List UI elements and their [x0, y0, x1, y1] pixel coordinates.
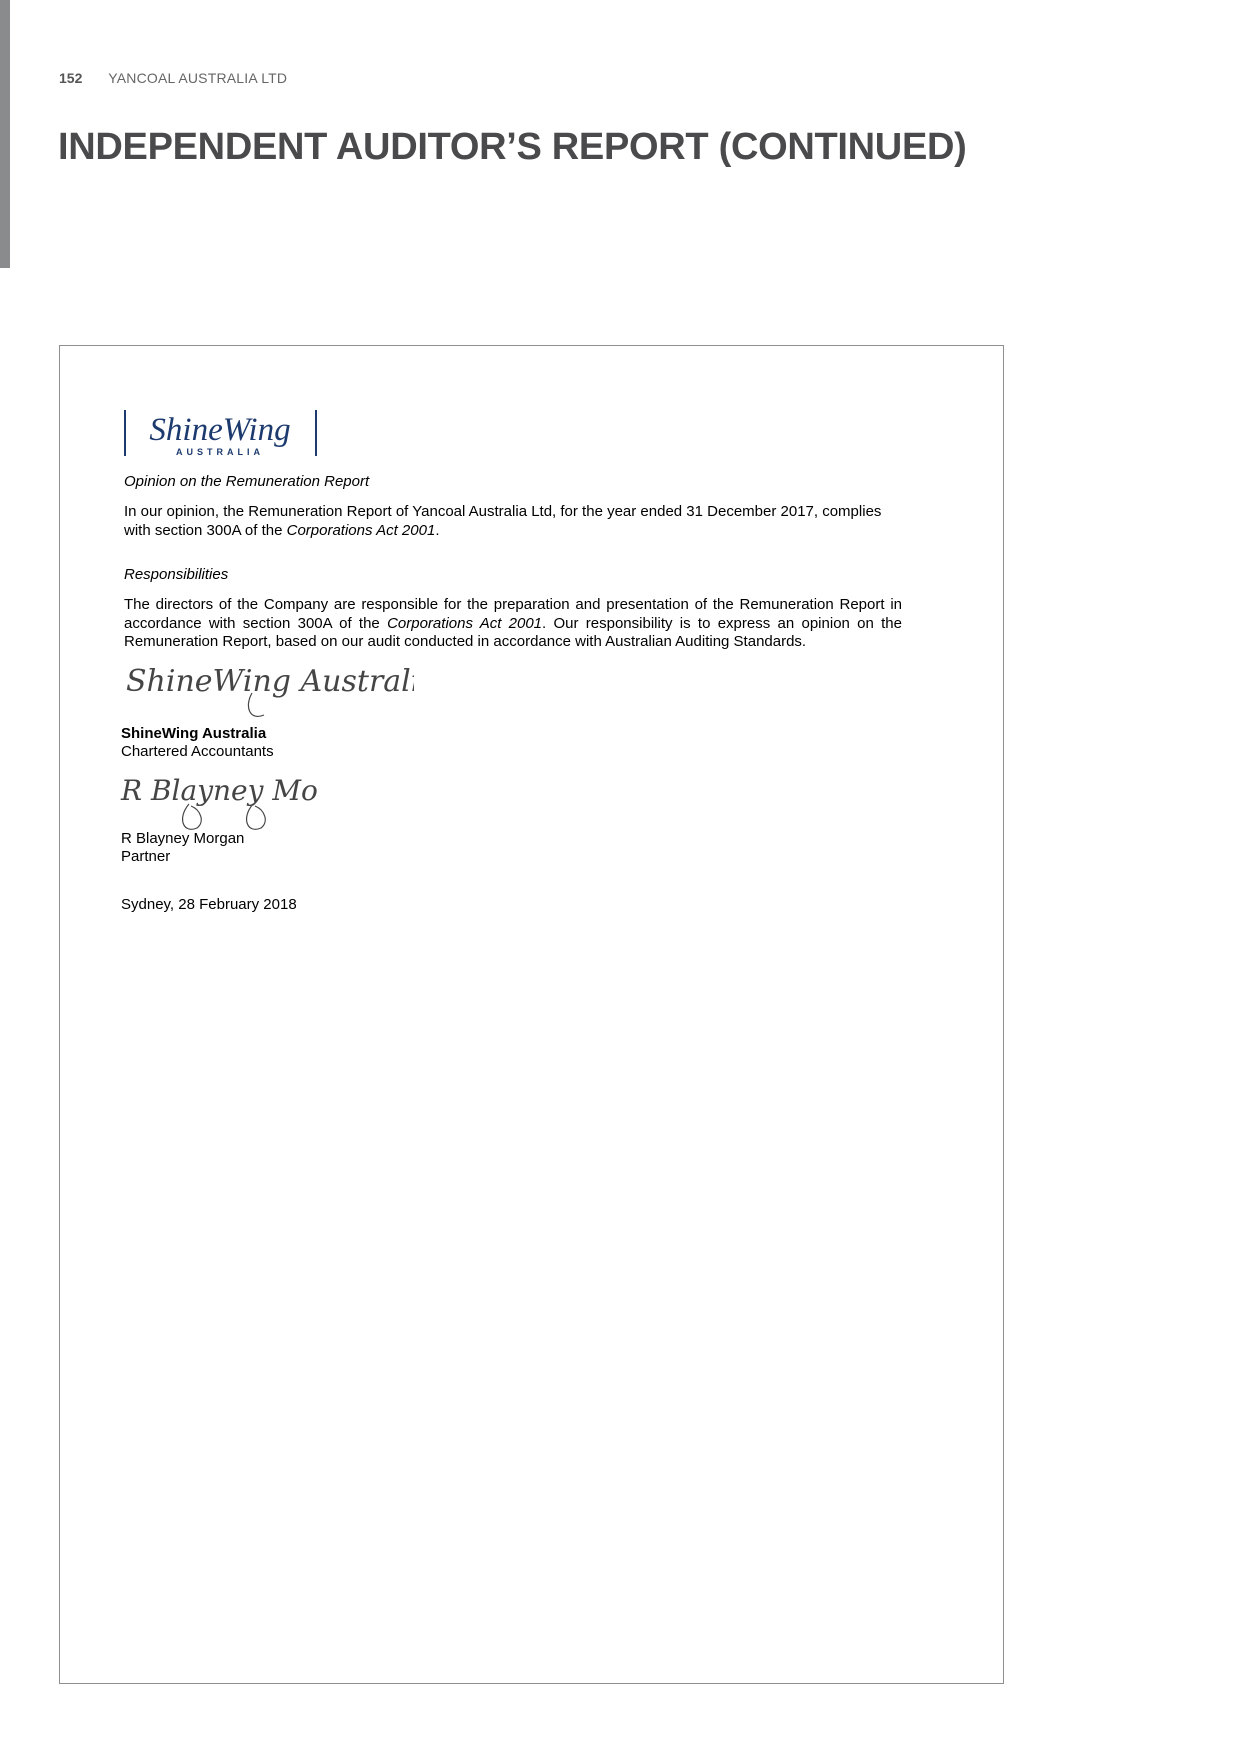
- firm-name: ShineWing Australia: [121, 725, 267, 742]
- svg-text:ShineWing Australia: ShineWing Australia: [126, 664, 414, 699]
- page-number: 152: [59, 70, 83, 86]
- page-title: INDEPENDENT AUDITOR’S REPORT (CONTINUED): [58, 126, 967, 168]
- place-date: Sydney, 28 February 2018: [121, 896, 297, 913]
- report-frame: [59, 345, 1004, 1684]
- opinion-heading: Opinion on the Remuneration Report: [124, 473, 370, 490]
- svg-text:R Blayney Morgan: R Blayney Morgan: [120, 774, 319, 807]
- side-accent-bar: [0, 0, 10, 268]
- shinewing-logo: ShineWing AUSTRALIA: [124, 410, 317, 457]
- partner-role: Partner: [121, 848, 171, 865]
- opinion-text: In our opinion, the Remuneration Report …: [124, 503, 882, 539]
- page-header: 152 YANCOAL AUSTRALIA LTD: [59, 70, 287, 86]
- responsibilities-text: The directors of the Company are respons…: [124, 596, 902, 650]
- partner-signature: R Blayney Morgan: [120, 774, 319, 830]
- company-name: YANCOAL AUSTRALIA LTD: [108, 70, 288, 86]
- firm-signature: ShineWing Australia: [126, 664, 414, 717]
- logo-subtitle: AUSTRALIA: [176, 447, 264, 457]
- partner-name: R Blayney Morgan: [121, 830, 245, 847]
- logo-wordmark: ShineWing: [149, 412, 290, 448]
- responsibilities-heading: Responsibilities: [124, 566, 229, 583]
- firm-role: Chartered Accountants: [121, 743, 274, 760]
